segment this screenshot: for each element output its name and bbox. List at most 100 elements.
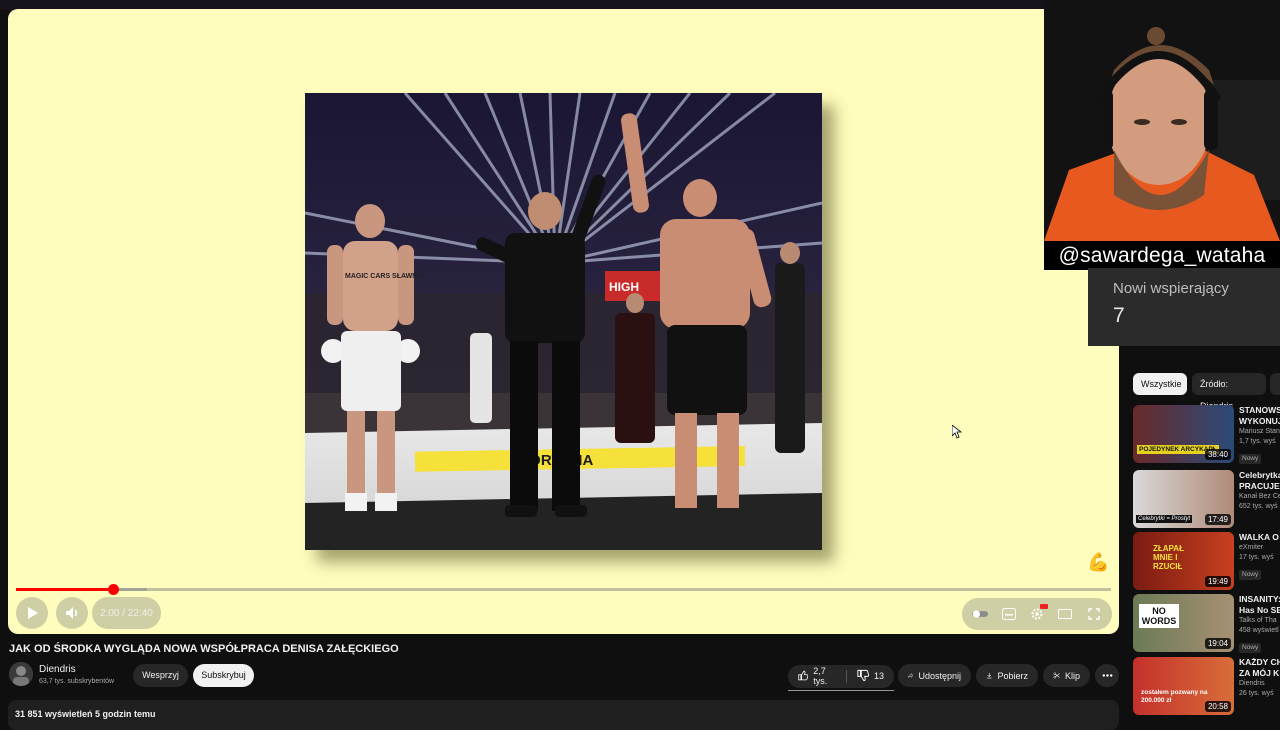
video-channel[interactable]: Talks of Tha bbox=[1239, 616, 1280, 626]
right-controls bbox=[962, 598, 1112, 630]
fight-photo-illustration: HIGH FORTUNA MAGIC CARS SŁAWNO bbox=[305, 93, 822, 550]
video-views: 17 tys. wyś bbox=[1239, 554, 1274, 561]
thumbs-down-icon bbox=[857, 669, 869, 682]
fullscreen-button[interactable] bbox=[1086, 606, 1102, 622]
subscribe-button[interactable]: Subskrybuj bbox=[193, 664, 254, 687]
new-supporters-widget: Nowi wspierający 7 bbox=[1088, 268, 1280, 346]
support-button[interactable]: Wesprzyj bbox=[133, 664, 188, 687]
new-badge: Nowy bbox=[1239, 454, 1262, 464]
video-stats: 31 851 wyświetleń 5 godzin temu bbox=[15, 709, 156, 719]
download-label: Pobierz bbox=[997, 670, 1028, 681]
video-thumbnail[interactable]: zostałem pozwany na 200.000 zł 20:58 bbox=[1133, 657, 1234, 715]
video-frame-photo: HIGH FORTUNA MAGIC CARS SŁAWNO bbox=[305, 93, 822, 550]
play-button[interactable] bbox=[16, 597, 48, 629]
share-label: Udostępnij bbox=[918, 670, 961, 681]
progress-scrubber[interactable] bbox=[108, 584, 120, 595]
like-button[interactable]: 2,7 tys. bbox=[788, 664, 846, 687]
video-thumbnail[interactable]: ZŁAPAŁ MNIE I RZUCIŁ 19:49 bbox=[1133, 532, 1234, 590]
mouse-cursor-icon bbox=[951, 424, 963, 444]
autoplay-toggle-icon bbox=[972, 610, 989, 618]
streamer-handle: @sawardega_wataha bbox=[1044, 241, 1280, 270]
channel-subscribers: 63,7 tys. subskrybentów bbox=[39, 678, 115, 685]
video-title[interactable]: INSANITY: bbox=[1239, 594, 1280, 605]
settings-button[interactable] bbox=[1029, 604, 1048, 622]
clip-button[interactable]: Klip bbox=[1043, 664, 1090, 687]
avatar-icon bbox=[9, 662, 33, 686]
play-icon bbox=[28, 607, 38, 619]
video-meta: WALKA O F eXmiter 17 tys. wyś Nowy bbox=[1239, 532, 1280, 581]
chip-all[interactable]: Wszystkie bbox=[1133, 373, 1187, 395]
channel-name[interactable]: Diendris bbox=[39, 664, 76, 675]
description-box[interactable]: 31 851 wyświetleń 5 godzin temu bbox=[8, 700, 1119, 730]
video-title[interactable]: STANOWSK bbox=[1239, 405, 1280, 416]
supporters-label: Nowi wspierający bbox=[1113, 280, 1229, 297]
gear-icon bbox=[1031, 608, 1043, 620]
subtitles-button[interactable] bbox=[1001, 606, 1017, 622]
recommended-video[interactable]: Celebrytki = Prostyt 17:49 Celebrytka PR… bbox=[1133, 470, 1280, 528]
thumbs-up-icon bbox=[798, 670, 809, 681]
chest-text: MAGIC CARS SŁAWNO bbox=[345, 273, 423, 280]
video-title-line2[interactable]: Has No SE bbox=[1239, 605, 1280, 616]
video-title-line2[interactable]: ZA MÓJ K bbox=[1239, 668, 1280, 679]
progress-played bbox=[16, 588, 114, 591]
channel-avatar[interactable] bbox=[9, 662, 33, 686]
video-thumbnail[interactable]: NO WORDS 19:04 bbox=[1133, 594, 1234, 652]
streamer-webcam-illustration bbox=[1044, 0, 1280, 241]
video-meta: STANOWSK WYKONUJE Mariusz Stan 1,7 tys. … bbox=[1239, 405, 1280, 465]
download-button[interactable]: Pobierz bbox=[976, 664, 1038, 687]
video-duration: 20:58 bbox=[1204, 701, 1231, 712]
video-player[interactable]: HIGH FORTUNA MAGIC CARS SŁAWNO bbox=[8, 9, 1119, 634]
video-duration: 17:49 bbox=[1204, 514, 1231, 525]
time-display: 2:00 / 22:40 bbox=[92, 597, 161, 629]
video-title-line2[interactable]: WYKONUJE bbox=[1239, 416, 1280, 427]
video-title-heading: JAK OD ŚRODKA WYGLĄDA NOWA WSPÓŁPRACA DE… bbox=[9, 643, 399, 655]
video-title[interactable]: Celebrytka bbox=[1239, 470, 1280, 481]
video-meta: Celebrytka PRACUJE A Kanał Bez Ce 652 ty… bbox=[1239, 470, 1280, 512]
video-duration: 19:49 bbox=[1204, 576, 1231, 587]
video-title-line2[interactable]: PRACUJE A bbox=[1239, 481, 1280, 492]
video-meta: INSANITY: Has No SE Talks of Tha 458 wyś… bbox=[1239, 594, 1280, 654]
chip-source-diendris[interactable]: Źródło: Diendris bbox=[1192, 373, 1266, 411]
supporters-count: 7 bbox=[1113, 304, 1125, 327]
video-channel[interactable]: Kanał Bez Ce bbox=[1239, 492, 1280, 502]
share-button[interactable]: Udostępnij bbox=[898, 664, 971, 687]
flexed-arm-icon: 💪 bbox=[1087, 552, 1110, 572]
chip-next[interactable] bbox=[1270, 373, 1280, 395]
thumb-text: Celebrytki = Prostyt bbox=[1136, 515, 1193, 523]
hd-badge bbox=[1039, 604, 1048, 609]
recommended-video[interactable]: zostałem pozwany na 200.000 zł 20:58 KAŻ… bbox=[1133, 657, 1280, 715]
dislike-button[interactable]: 13 bbox=[847, 664, 894, 687]
thumb-text: zostałem pozwany na 200.000 zł bbox=[1141, 689, 1208, 704]
video-duration: 19:04 bbox=[1204, 638, 1231, 649]
theater-mode-button[interactable] bbox=[1057, 606, 1073, 622]
banner-high-text: HIGH bbox=[609, 280, 639, 294]
clip-label: Klip bbox=[1064, 670, 1080, 681]
more-actions-button[interactable] bbox=[1095, 664, 1119, 687]
video-channel[interactable]: Diendris bbox=[1239, 679, 1280, 689]
recommended-video[interactable]: NO WORDS 19:04 INSANITY: Has No SE Talks… bbox=[1133, 594, 1280, 654]
new-badge: Nowy bbox=[1239, 570, 1262, 580]
video-title[interactable]: WALKA O F bbox=[1239, 532, 1280, 543]
more-horizontal-icon bbox=[1102, 674, 1112, 677]
video-channel[interactable]: Mariusz Stan bbox=[1239, 427, 1280, 437]
download-icon bbox=[986, 672, 992, 679]
thumb-text: ZŁAPAŁ MNIE I RZUCIŁ bbox=[1153, 544, 1184, 571]
video-thumbnail[interactable]: Celebrytki = Prostyt 17:49 bbox=[1133, 470, 1234, 528]
progress-bar[interactable] bbox=[16, 584, 1111, 595]
recommended-video[interactable]: POJEDYNEK ARCYKAPŁ 38:40 STANOWSK WYKONU… bbox=[1133, 405, 1280, 465]
webcam-overlay: @sawardega_wataha bbox=[1044, 0, 1280, 270]
video-meta: KAŻDY CH ZA MÓJ K Diendris 26 tys. wyś bbox=[1239, 657, 1280, 699]
scissors-icon bbox=[1053, 672, 1060, 679]
video-views: 1,7 tys. wyś bbox=[1239, 438, 1276, 445]
theater-icon bbox=[1058, 609, 1073, 619]
video-thumbnail[interactable]: POJEDYNEK ARCYKAPŁ 38:40 bbox=[1133, 405, 1234, 463]
video-title[interactable]: KAŻDY CH bbox=[1239, 657, 1280, 668]
like-ratio-underline bbox=[788, 690, 894, 691]
share-icon bbox=[908, 673, 914, 678]
video-views: 26 tys. wyś bbox=[1239, 690, 1274, 697]
video-views: 652 tys. wyś bbox=[1239, 503, 1278, 510]
volume-button[interactable] bbox=[56, 597, 88, 629]
autoplay-toggle[interactable] bbox=[972, 606, 989, 622]
video-channel[interactable]: eXmiter bbox=[1239, 543, 1280, 553]
recommended-video[interactable]: ZŁAPAŁ MNIE I RZUCIŁ 19:49 WALKA O F eXm… bbox=[1133, 532, 1280, 590]
